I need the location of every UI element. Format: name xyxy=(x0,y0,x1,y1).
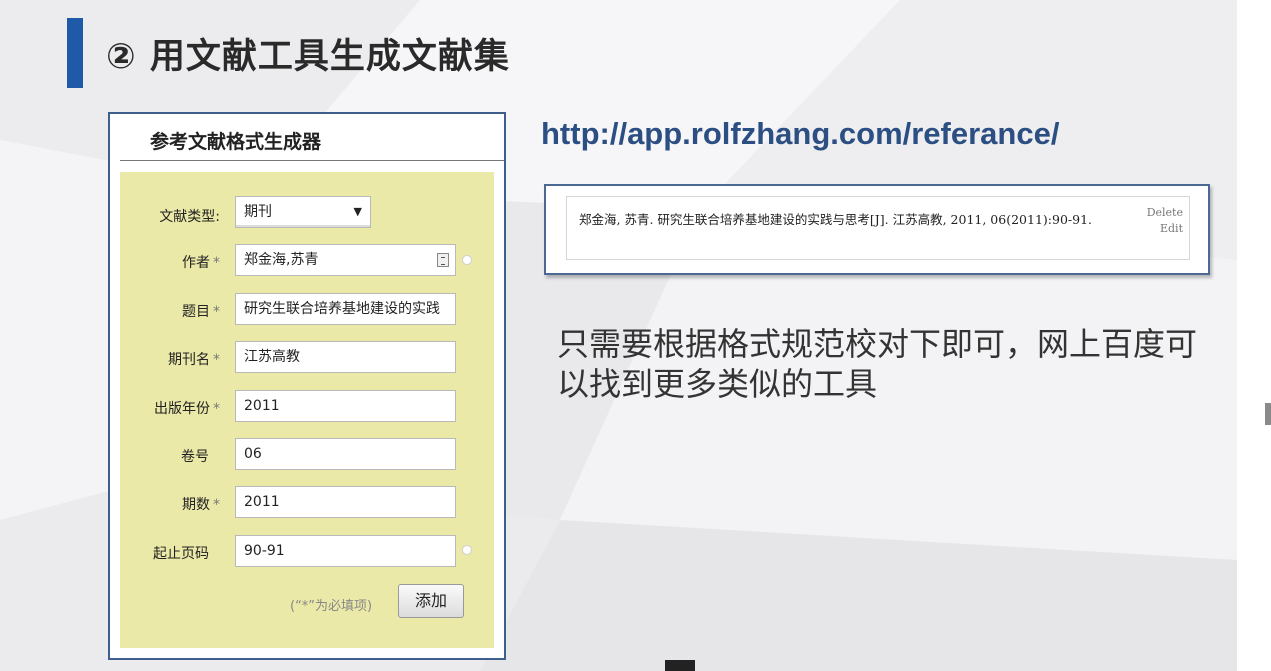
slide-title: ② 用文献工具生成文献集 xyxy=(106,37,510,77)
year-label: 出版年份 * xyxy=(154,401,220,417)
title-accent-bar xyxy=(67,18,83,88)
contact-card-icon[interactable] xyxy=(437,253,449,267)
edge-marker xyxy=(1265,403,1271,425)
reference-entry: 郑金海, 苏青. 研究生联合培养基地建设的实践与思考[J]. 江苏高教, 201… xyxy=(566,196,1190,260)
pages-value: 90-91 xyxy=(244,543,285,559)
dropdown-caret-icon: ▼ xyxy=(353,205,362,218)
delete-link[interactable]: Delete xyxy=(1147,205,1183,221)
type-select[interactable]: 期刊 ▼ xyxy=(235,196,371,228)
year-value: 2011 xyxy=(244,398,280,414)
issue-value: 2011 xyxy=(244,494,280,510)
type-value: 期刊 xyxy=(244,204,272,220)
divider xyxy=(120,160,504,161)
volume-input[interactable]: 06 xyxy=(235,438,456,470)
title-label: 题目 * xyxy=(182,304,220,320)
journal-input[interactable]: 江苏高教 xyxy=(235,341,456,373)
year-input[interactable]: 2011 xyxy=(235,390,456,422)
volume-label: 卷号 xyxy=(181,449,209,465)
required-hint: (“*”为必填项) xyxy=(290,599,373,614)
tool-url[interactable]: http://app.rolfzhang.com/referance/ xyxy=(541,116,1059,152)
reference-actions: Delete Edit xyxy=(1147,205,1183,237)
reference-text: 郑金海, 苏青. 研究生联合培养基地建设的实践与思考[J]. 江苏高教, 201… xyxy=(579,212,1093,227)
generator-title: 参考文献格式生成器 xyxy=(150,131,322,153)
title-value: 研究生联合培养基地建设的实践 xyxy=(244,301,440,317)
reference-generator-panel: 参考文献格式生成器 文献类型: 期刊 ▼ 作者 * 郑金海,苏青 题目 * 研究生联… xyxy=(108,112,506,660)
issue-label: 期数 * xyxy=(182,497,220,513)
pages-input[interactable]: 90-91 xyxy=(235,535,456,567)
journal-label: 期刊名 * xyxy=(168,352,220,368)
add-button[interactable]: 添加 xyxy=(398,584,464,618)
journal-value: 江苏高教 xyxy=(244,349,300,365)
volume-value: 06 xyxy=(244,446,262,462)
pages-radio[interactable] xyxy=(462,545,472,555)
type-label: 文献类型: xyxy=(159,209,220,225)
generator-form: 文献类型: 期刊 ▼ 作者 * 郑金海,苏青 题目 * 研究生联合培养基地建设的实践… xyxy=(120,172,494,648)
slide-note: 只需要根据格式规范校对下即可，网上百度可以找到更多类似的工具 xyxy=(557,325,1198,403)
edit-link[interactable]: Edit xyxy=(1147,221,1183,237)
reference-output: 郑金海, 苏青. 研究生联合培养基地建设的实践与思考[J]. 江苏高教, 201… xyxy=(544,184,1210,275)
right-edge-strip xyxy=(1237,0,1271,671)
issue-input[interactable]: 2011 xyxy=(235,486,456,518)
author-radio[interactable] xyxy=(462,255,472,265)
author-value: 郑金海,苏青 xyxy=(244,252,319,268)
pages-label: 起止页码 xyxy=(153,546,209,562)
author-input[interactable]: 郑金海,苏青 xyxy=(235,244,456,276)
author-label: 作者 * xyxy=(182,255,220,271)
title-input[interactable]: 研究生联合培养基地建设的实践 xyxy=(235,293,456,325)
bottom-marker xyxy=(665,660,695,671)
